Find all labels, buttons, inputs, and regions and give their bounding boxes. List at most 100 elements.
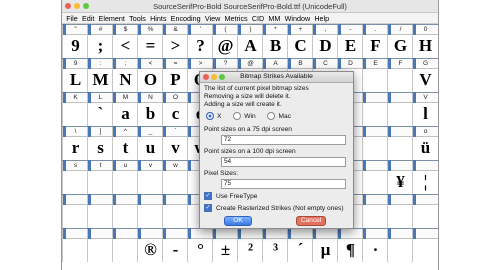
glyph-cell[interactable]: D	[312, 34, 338, 58]
glyph-cell[interactable]: <	[112, 34, 138, 58]
title-bar: SourceSerifPro-Bold SourceSerifPro-Bold.…	[62, 0, 438, 13]
glyph-cell[interactable]: `	[87, 102, 113, 126]
menu-item-encoding[interactable]: Encoding	[171, 14, 201, 23]
glyph-cell[interactable]: u	[137, 136, 163, 160]
field-75dpi[interactable]: 72	[221, 135, 346, 145]
menu-item-tools[interactable]: Tools	[129, 14, 146, 23]
glyph-label: E	[362, 58, 388, 69]
glyph-cell[interactable]	[362, 68, 388, 92]
glyph-cell[interactable]: E	[337, 34, 363, 58]
radio-win[interactable]: Win	[233, 112, 256, 120]
field-pixel-sizes[interactable]: 75	[221, 179, 346, 189]
glyph-cell[interactable]: ?	[187, 34, 213, 58]
glyph-label: L	[87, 92, 113, 103]
glyph-cell[interactable]	[87, 170, 113, 194]
glyph-cell[interactable]	[62, 204, 88, 228]
menu-item-hints[interactable]: Hints	[150, 14, 166, 23]
menu-item-view[interactable]: View	[205, 14, 220, 23]
glyph-label: w	[162, 160, 188, 171]
glyph-cell[interactable]: L	[62, 68, 88, 92]
cancel-button[interactable]: Cancel	[296, 216, 326, 226]
glyph-label: u	[112, 160, 138, 171]
glyph-cell[interactable]	[412, 238, 438, 262]
glyph-cell[interactable]: G	[387, 34, 413, 58]
glyph-cell[interactable]: B	[262, 34, 288, 58]
glyph-cell[interactable]	[162, 204, 188, 228]
glyph-label: C	[312, 58, 338, 69]
glyph-cell[interactable]: ²	[237, 238, 263, 262]
glyph-cell[interactable]	[387, 102, 413, 126]
glyph-cell[interactable]: ¥	[387, 170, 413, 194]
glyph-cell[interactable]	[387, 136, 413, 160]
glyph-cell[interactable]: ;	[87, 34, 113, 58]
glyph-cell[interactable]: l	[412, 102, 438, 126]
checkbox-rasterized-strikes[interactable]: ✓ Create Rasterized Strikes (Not empty on…	[204, 204, 344, 212]
glyph-cell[interactable]	[362, 136, 388, 160]
glyph-cell[interactable]: ¶	[337, 238, 363, 262]
menu-item-mm[interactable]: MM	[268, 14, 280, 23]
glyph-cell[interactable]: °	[187, 238, 213, 262]
glyph-cell[interactable]: t	[112, 136, 138, 160]
glyph-cell[interactable]	[362, 170, 388, 194]
glyph-cell[interactable]: r	[62, 136, 88, 160]
glyph-cell[interactable]	[387, 238, 413, 262]
field-100dpi[interactable]: 54	[221, 157, 346, 167]
glyph-cell[interactable]: s	[87, 136, 113, 160]
glyph-cell[interactable]: ´	[287, 238, 313, 262]
glyph-cell[interactable]: >	[162, 34, 188, 58]
glyph-cell[interactable]: a	[112, 102, 138, 126]
glyph-cell[interactable]	[137, 170, 163, 194]
glyph-cell[interactable]: ·	[362, 238, 388, 262]
glyph-cell[interactable]: c	[162, 102, 188, 126]
menu-item-file[interactable]: File	[66, 14, 78, 23]
menu-item-element[interactable]: Element	[99, 14, 125, 23]
glyph-cell[interactable]: ³	[262, 238, 288, 262]
glyph-cell[interactable]: @	[212, 34, 238, 58]
glyph-cell[interactable]	[62, 238, 88, 262]
glyph-cell[interactable]	[62, 170, 88, 194]
glyph-cell[interactable]: ±	[212, 238, 238, 262]
glyph-cell[interactable]: M	[87, 68, 113, 92]
menu-item-cid[interactable]: CID	[252, 14, 264, 23]
glyph-cell[interactable]: ü	[412, 136, 438, 160]
glyph-cell[interactable]	[412, 204, 438, 228]
glyph-cell[interactable]: P	[162, 68, 188, 92]
menu-item-metrics[interactable]: Metrics	[224, 14, 247, 23]
glyph-cell[interactable]: 9	[62, 34, 88, 58]
glyph-cell[interactable]: ®	[137, 238, 163, 262]
glyph-cell[interactable]	[137, 204, 163, 228]
glyph-cell[interactable]: C	[287, 34, 313, 58]
glyph-cell[interactable]: b	[137, 102, 163, 126]
menu-item-help[interactable]: Help	[314, 14, 329, 23]
glyph-cell[interactable]: v	[162, 136, 188, 160]
glyph-cell[interactable]	[162, 170, 188, 194]
glyph-cell[interactable]: µ	[312, 238, 338, 262]
ok-button[interactable]: OK	[224, 216, 252, 226]
radio-mac[interactable]: Mac	[267, 112, 291, 120]
glyph-cell[interactable]	[362, 102, 388, 126]
glyph-cell[interactable]	[62, 102, 88, 126]
radio-x[interactable]: X	[206, 112, 221, 120]
glyph-cell[interactable]: ¦	[412, 170, 438, 194]
glyph-cell[interactable]	[112, 238, 138, 262]
glyph-cell[interactable]	[362, 204, 388, 228]
checkbox-use-freetype[interactable]: ✓ Use FreeType	[204, 192, 257, 200]
glyph-label: (	[212, 24, 238, 35]
glyph-cell[interactable]: -	[162, 238, 188, 262]
glyph-cell[interactable]	[87, 238, 113, 262]
glyph-cell[interactable]: A	[237, 34, 263, 58]
glyph-cell[interactable]	[112, 204, 138, 228]
menu-item-window[interactable]: Window	[285, 14, 311, 23]
glyph-cell[interactable]: V	[412, 68, 438, 92]
glyph-cell[interactable]	[387, 204, 413, 228]
glyph-cell[interactable]: O	[137, 68, 163, 92]
glyph-cell[interactable]	[87, 204, 113, 228]
glyph-cell[interactable]: =	[137, 34, 163, 58]
glyph-cell[interactable]: H	[412, 34, 438, 58]
glyph-label	[412, 160, 438, 171]
menu-item-edit[interactable]: Edit	[82, 14, 94, 23]
glyph-cell[interactable]: N	[112, 68, 138, 92]
glyph-cell[interactable]: F	[362, 34, 388, 58]
glyph-cell[interactable]	[387, 68, 413, 92]
glyph-cell[interactable]	[112, 170, 138, 194]
